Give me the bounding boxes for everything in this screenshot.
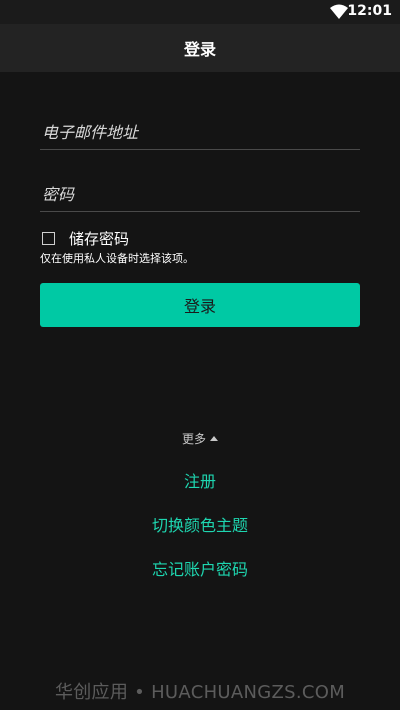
email-field[interactable] xyxy=(40,115,360,149)
page-title: 登录 xyxy=(183,40,216,59)
register-link[interactable]: 注册 xyxy=(0,468,400,492)
status-time: 12:01 xyxy=(347,3,392,19)
status-bar: 12:01 xyxy=(0,0,400,24)
remember-password-checkbox[interactable] xyxy=(42,232,55,245)
password-field-container xyxy=(40,177,360,212)
email-field-container xyxy=(40,115,360,150)
caret-up-icon xyxy=(210,436,218,441)
wifi-icon xyxy=(330,4,348,19)
remember-password-row[interactable]: 储存密码 xyxy=(40,228,129,249)
app-bar: 登录 xyxy=(0,24,400,72)
forgot-password-link[interactable]: 忘记账户密码 xyxy=(0,556,400,580)
password-field[interactable] xyxy=(40,177,360,211)
more-label: 更多 xyxy=(181,432,206,446)
watermark: 华创应用 • HUACHUANGZS.COM xyxy=(54,682,346,703)
login-button[interactable]: 登录 xyxy=(40,283,360,327)
more-toggle[interactable]: 更多 xyxy=(0,430,400,447)
remember-password-hint: 仅在使用私人设备时选择该项。 xyxy=(40,252,194,265)
remember-password-label: 储存密码 xyxy=(69,230,130,248)
switch-theme-link[interactable]: 切换颜色主题 xyxy=(0,512,400,536)
